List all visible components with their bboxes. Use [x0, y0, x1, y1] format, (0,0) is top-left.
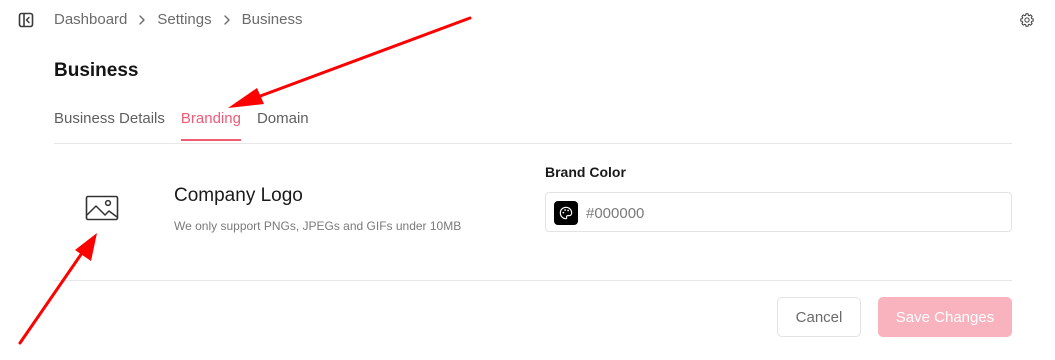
top-bar: Dashboard Settings Business — [0, 0, 1055, 40]
brand-color-label: Brand Color — [545, 164, 626, 180]
company-logo-title: Company Logo — [174, 185, 303, 206]
palette-icon — [559, 206, 573, 220]
tab-bar: Business Details Branding Domain — [54, 110, 325, 141]
sidebar-toggle-icon[interactable] — [18, 12, 34, 28]
breadcrumb-business[interactable]: Business — [242, 11, 303, 28]
brand-color-field[interactable] — [545, 192, 1012, 232]
image-icon[interactable] — [85, 195, 119, 221]
tab-business-details[interactable]: Business Details — [54, 110, 165, 141]
company-logo-hint: We only support PNGs, JPEGs and GIFs und… — [174, 219, 462, 233]
gear-icon[interactable] — [1019, 12, 1035, 28]
cancel-button[interactable]: Cancel — [777, 297, 861, 337]
breadcrumb-dashboard[interactable]: Dashboard — [54, 11, 127, 28]
breadcrumb-settings[interactable]: Settings — [157, 11, 211, 28]
page-title: Business — [54, 60, 139, 81]
breadcrumb: Dashboard Settings Business — [54, 11, 302, 28]
brand-color-input[interactable] — [586, 202, 986, 224]
chevron-right-icon — [138, 14, 146, 26]
save-changes-button[interactable]: Save Changes — [878, 297, 1012, 337]
tabs-divider — [54, 143, 1012, 144]
tab-branding[interactable]: Branding — [180, 110, 241, 141]
tab-domain[interactable]: Domain — [257, 110, 309, 141]
color-swatch[interactable] — [554, 201, 578, 225]
footer-divider — [54, 280, 1012, 281]
chevron-right-icon — [223, 14, 231, 26]
annotation-arrow-logo-icon — [18, 233, 97, 345]
